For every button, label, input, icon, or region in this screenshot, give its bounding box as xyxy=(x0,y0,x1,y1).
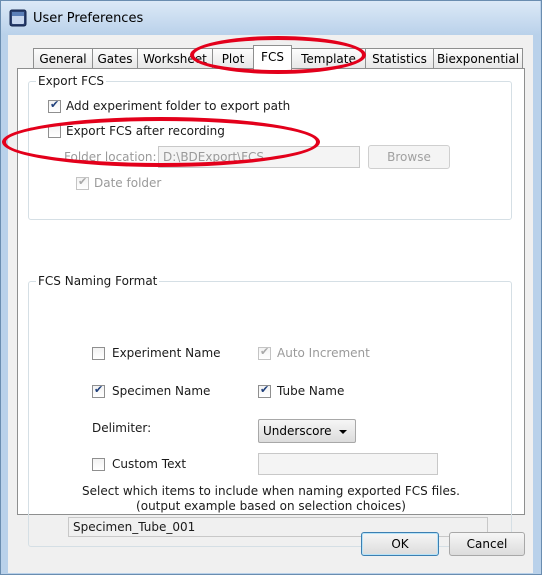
tab-worksheet[interactable]: Worksheet xyxy=(137,48,213,69)
export-after-recording-checkbox[interactable] xyxy=(48,125,61,138)
tab-label: Biexponential xyxy=(436,52,520,66)
help-text-line2: (output example based on selection choic… xyxy=(136,499,406,513)
date-folder-label[interactable]: Date folder xyxy=(94,176,161,190)
auto-increment-checkbox[interactable] xyxy=(258,345,271,360)
folder-location-input[interactable]: D:\BDExport\FCS xyxy=(158,146,360,168)
tab-general[interactable]: General xyxy=(33,48,93,69)
experiment-name-label[interactable]: Experiment Name xyxy=(112,346,221,360)
tab-plot[interactable]: Plot xyxy=(212,48,254,69)
tab-label: Statistics xyxy=(372,52,427,66)
tab-label: Gates xyxy=(97,52,133,66)
window-title: User Preferences xyxy=(33,11,144,26)
dialog-client: General Gates Worksheet Plot FCS Templat… xyxy=(8,35,533,573)
tab-label: Template xyxy=(301,52,356,66)
auto-increment-label[interactable]: Auto Increment xyxy=(277,346,370,360)
add-folder-checkbox[interactable] xyxy=(48,98,61,113)
tab-statistics[interactable]: Statistics xyxy=(365,48,434,69)
ok-button-label: OK xyxy=(391,537,409,551)
delimiter-select[interactable]: Underscore xyxy=(258,419,356,443)
tab-label: General xyxy=(39,52,87,66)
help-text-line1: Select which items to include when namin… xyxy=(82,484,460,498)
example-output-value: Specimen_Tube_001 xyxy=(73,520,196,534)
add-folder-label[interactable]: Add experiment folder to export path xyxy=(66,99,290,113)
experiment-name-checkbox[interactable] xyxy=(92,347,105,360)
title-bar[interactable]: User Preferences xyxy=(1,1,540,35)
custom-text-label[interactable]: Custom Text xyxy=(112,457,186,471)
specimen-name-checkbox[interactable] xyxy=(92,383,105,398)
tab-biexponential[interactable]: Biexponential xyxy=(433,48,523,69)
tube-name-label[interactable]: Tube Name xyxy=(277,384,344,398)
tab-fcs[interactable]: FCS xyxy=(253,45,292,70)
export-after-recording-label[interactable]: Export FCS after recording xyxy=(66,124,225,138)
specimen-name-label[interactable]: Specimen Name xyxy=(112,384,210,398)
ok-button[interactable]: OK xyxy=(361,532,439,556)
tab-template[interactable]: Template xyxy=(291,48,366,69)
tab-label: FCS xyxy=(261,50,284,64)
delimiter-label: Delimiter: xyxy=(92,421,152,435)
cancel-button-label: Cancel xyxy=(466,537,508,551)
folder-location-label: Folder location: xyxy=(64,150,157,164)
tab-label: Worksheet xyxy=(143,52,207,66)
custom-text-checkbox[interactable] xyxy=(92,458,105,471)
app-icon xyxy=(9,9,27,27)
custom-text-input[interactable] xyxy=(258,453,438,475)
tab-gates[interactable]: Gates xyxy=(92,48,138,69)
delimiter-selected-value: Underscore xyxy=(263,424,332,438)
chevron-down-icon xyxy=(339,430,347,434)
date-folder-checkbox[interactable] xyxy=(76,175,89,190)
fcs-tab-panel: Export FCS Add experiment folder to expo… xyxy=(17,68,525,547)
cancel-button[interactable]: Cancel xyxy=(449,532,525,556)
tube-name-checkbox[interactable] xyxy=(258,383,271,398)
tab-label: Plot xyxy=(221,52,245,66)
export-fcs-group-label: Export FCS xyxy=(36,74,106,88)
browse-button-label: Browse xyxy=(387,150,431,164)
naming-format-group-label: FCS Naming Format xyxy=(36,274,160,288)
folder-location-value: D:\BDExport\FCS xyxy=(163,150,265,164)
browse-button[interactable]: Browse xyxy=(368,145,450,169)
